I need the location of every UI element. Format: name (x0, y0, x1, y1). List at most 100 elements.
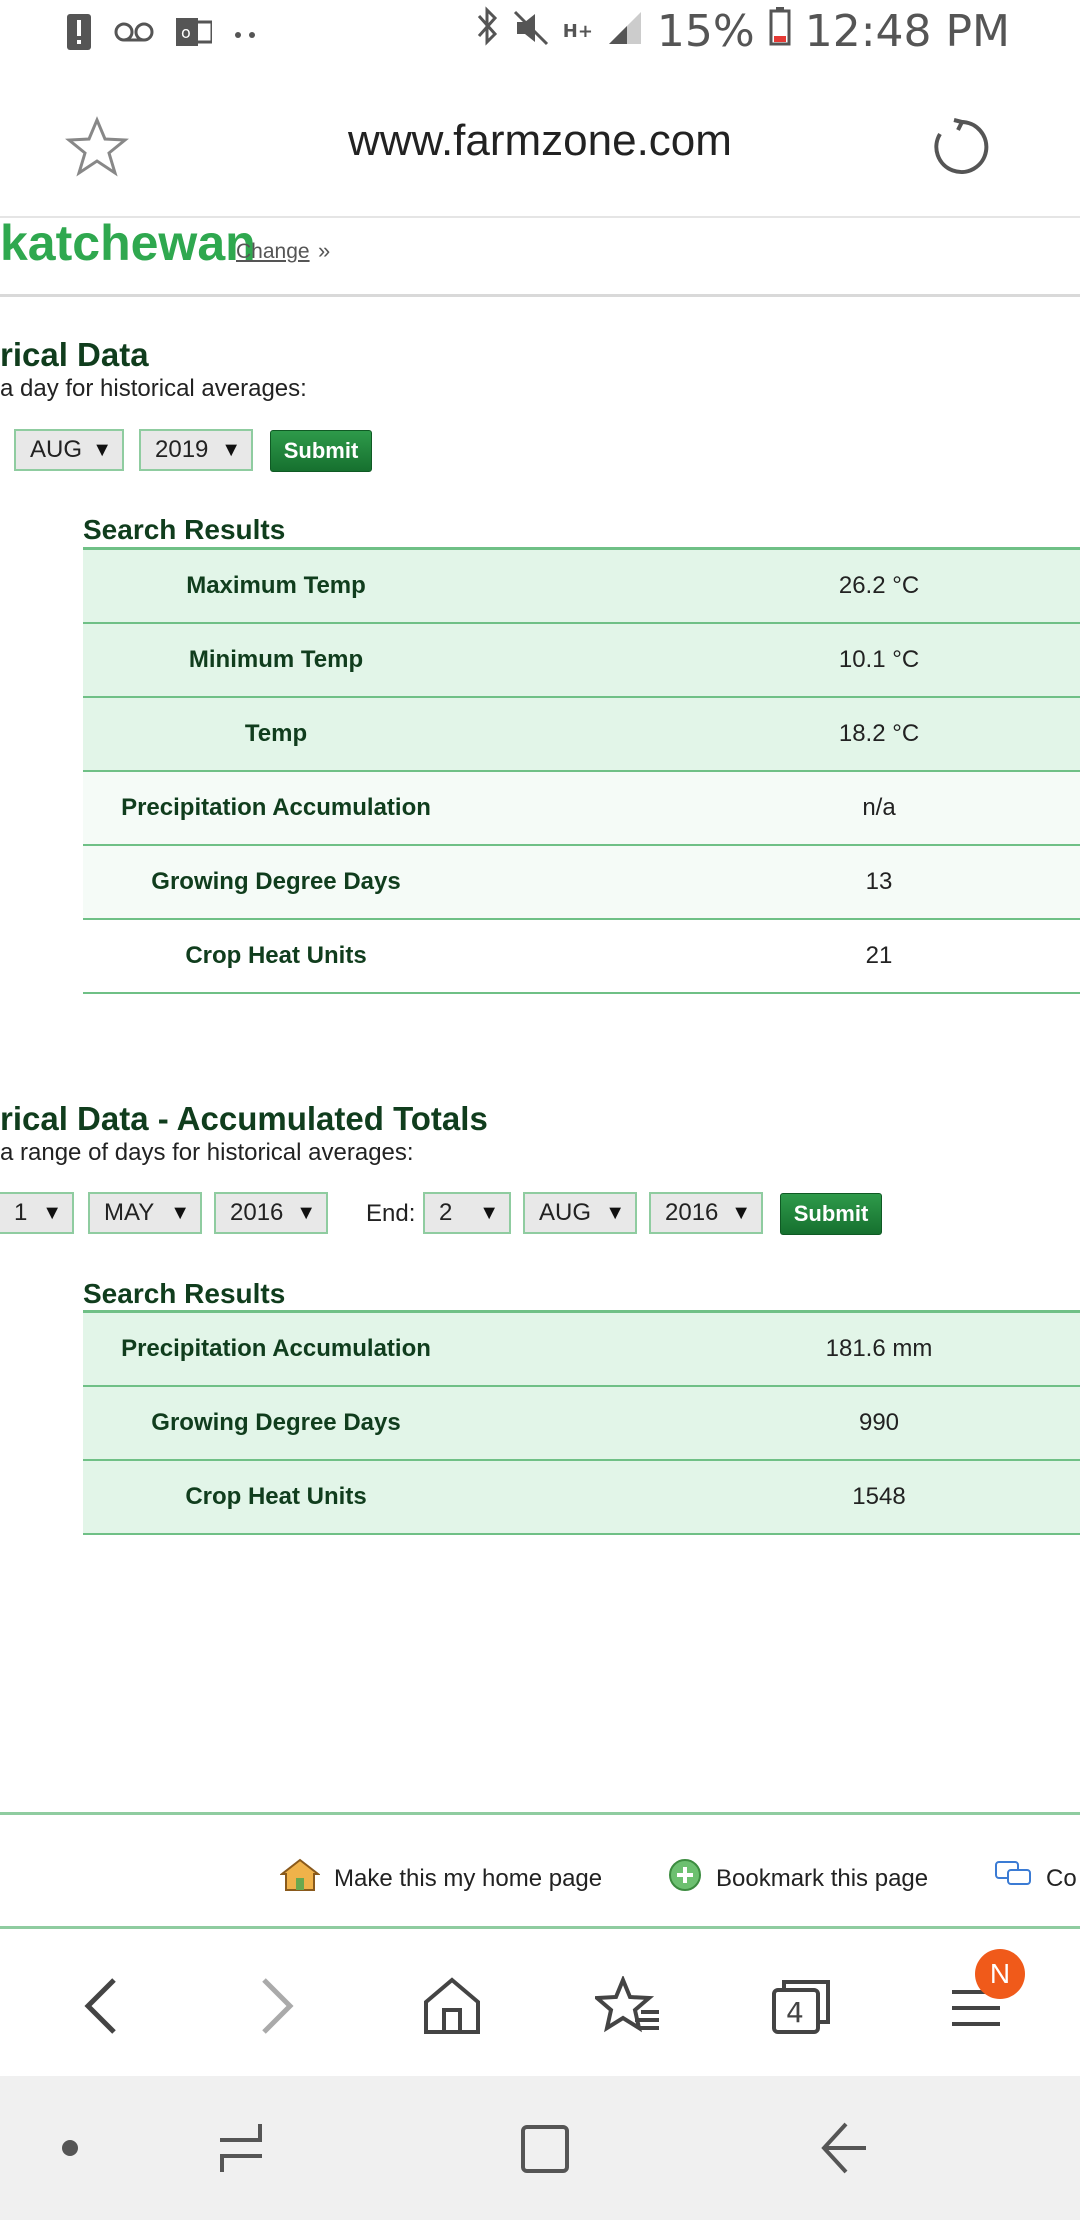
table-row: Crop Heat Units 1548 (83, 1461, 1080, 1535)
region-name: katchewan (0, 215, 256, 271)
divider (0, 294, 1080, 297)
table-row: Growing Degree Days 990 (83, 1387, 1080, 1461)
historical-results-table: Maximum Temp 26.2 °C Minimum Temp 10.1 °C … (83, 547, 1080, 994)
comment-label: Co (1046, 1864, 1077, 1892)
row-value: 1548 (852, 1483, 906, 1510)
row-value: 26.2 °C (838, 572, 920, 599)
dropdown-arrow-icon: ▼ (170, 1201, 190, 1224)
system-back-icon[interactable] (820, 2120, 870, 2181)
row-label: Growing Degree Days (151, 1409, 401, 1436)
address-bar: www.farmzone.com (0, 70, 1080, 218)
table-row: Precipitation Accumulation 181.6 mm (83, 1313, 1080, 1387)
alert-icon (66, 12, 92, 56)
row-value: 21 (865, 942, 893, 969)
battery-percent: 15% (656, 6, 755, 57)
end-day-select[interactable]: 2 ▼ (423, 1192, 511, 1234)
battery-icon (769, 6, 791, 57)
row-label: Minimum Temp (188, 646, 364, 673)
dropdown-arrow-icon: ▼ (479, 1201, 499, 1224)
year-select[interactable]: 2019 ▼ (139, 429, 253, 471)
comment-link[interactable]: Co (994, 1858, 1077, 1899)
recents-icon[interactable] (216, 2120, 266, 2181)
row-value: 13 (865, 868, 893, 895)
row-label: Temp (244, 720, 308, 747)
footer-divider (0, 1926, 1080, 1929)
dropdown-arrow-icon: ▼ (605, 1201, 625, 1224)
start-month-value: MAY (104, 1199, 155, 1226)
start-month-select[interactable]: MAY ▼ (88, 1192, 202, 1234)
footer-divider (0, 1812, 1080, 1815)
table-row: Minimum Temp 10.1 °C (83, 624, 1080, 698)
end-day-value: 2 (439, 1199, 453, 1226)
dropdown-arrow-icon: ▼ (731, 1201, 751, 1224)
dropdown-arrow-icon: ▼ (221, 438, 241, 461)
voicemail-icon (114, 20, 154, 48)
status-bar: o H+ 15% 12:48 PM (0, 0, 1080, 70)
start-year-select[interactable]: 2016 ▼ (214, 1192, 328, 1234)
table-row: Precipitation Accumulation n/a (83, 772, 1080, 846)
row-label: Crop Heat Units (185, 1483, 367, 1510)
row-label: Growing Degree Days (151, 868, 401, 895)
row-label: Precipitation Accumulation (121, 794, 431, 821)
table-row: Growing Degree Days 13 (83, 846, 1080, 920)
row-value: 18.2 °C (838, 720, 920, 747)
bookmark-page-label: Bookmark this page (716, 1864, 929, 1892)
dropdown-arrow-icon: ▼ (42, 1201, 62, 1224)
dot-icon[interactable] (62, 2140, 78, 2156)
more-dots-icon (234, 25, 258, 44)
historical-data-subtitle: a day for historical averages: (0, 375, 307, 402)
plus-circle-icon (668, 1858, 702, 1899)
browser-bottom-nav: 4 (0, 1936, 1080, 2076)
raquo-glyph: » (318, 238, 331, 263)
speech-bubbles-icon (994, 1858, 1032, 1899)
reload-icon[interactable] (928, 114, 994, 180)
house-icon (279, 1858, 321, 1899)
make-home-page-link[interactable]: Make this my home page (279, 1858, 602, 1899)
accumulated-totals-title: rical Data - Accumulated Totals (0, 1100, 488, 1137)
forward-icon[interactable] (236, 1966, 316, 2046)
tabs-count: 4 (786, 1996, 804, 2029)
signal-icon (607, 6, 643, 57)
end-year-value: 2016 (665, 1199, 719, 1226)
footer-links: Make this my home page Bookmark this pag… (0, 1840, 1080, 1910)
bookmark-page-link[interactable]: Bookmark this page (668, 1858, 928, 1899)
bookmarks-icon[interactable] (588, 1966, 668, 2046)
url-text[interactable]: www.farmzone.com (0, 116, 1080, 166)
table-row: Temp 18.2 °C (83, 698, 1080, 772)
row-label: Precipitation Accumulation (121, 1335, 431, 1362)
back-icon[interactable] (62, 1966, 142, 2046)
dropdown-arrow-icon: ▼ (296, 1201, 316, 1224)
end-month-value: AUG (539, 1199, 592, 1226)
search-results-title: Search Results (83, 514, 286, 545)
row-label: Crop Heat Units (185, 942, 367, 969)
tabs-icon[interactable]: 4 (762, 1966, 842, 2046)
end-month-select[interactable]: AUG ▼ (523, 1192, 637, 1234)
system-nav-bar (0, 2076, 1080, 2220)
mute-icon (513, 6, 549, 57)
dropdown-arrow-icon: ▼ (92, 438, 112, 461)
row-value: n/a (862, 794, 896, 821)
svg-text:o: o (181, 23, 191, 42)
home-icon[interactable] (412, 1966, 492, 2046)
outlook-icon: o (176, 14, 214, 54)
accumulated-submit-button[interactable]: Submit (780, 1193, 882, 1235)
change-region-link[interactable]: Change (236, 240, 310, 264)
month-select[interactable]: AUG ▼ (14, 429, 124, 471)
hplus-icon: H+ (562, 20, 593, 42)
accumulated-results-table: Precipitation Accumulation 181.6 mm Growi… (83, 1310, 1080, 1535)
table-row: Crop Heat Units 21 (83, 920, 1080, 994)
start-year-value: 2016 (230, 1199, 284, 1226)
bluetooth-icon (475, 6, 499, 57)
month-select-value: AUG (30, 436, 83, 463)
end-label: End: (366, 1200, 416, 1227)
row-value: 181.6 mm (825, 1335, 933, 1362)
historical-data-title: rical Data (0, 336, 149, 373)
row-value: 990 (858, 1409, 900, 1436)
end-year-select[interactable]: 2016 ▼ (649, 1192, 763, 1234)
row-value: 10.1 °C (838, 646, 920, 673)
start-day-select[interactable]: 1 ▼ (0, 1192, 74, 1234)
notification-badge: N (975, 1949, 1025, 1999)
home-square-icon[interactable] (520, 2124, 570, 2179)
start-day-value: 1 (14, 1199, 28, 1226)
submit-button[interactable]: Submit (270, 430, 372, 472)
